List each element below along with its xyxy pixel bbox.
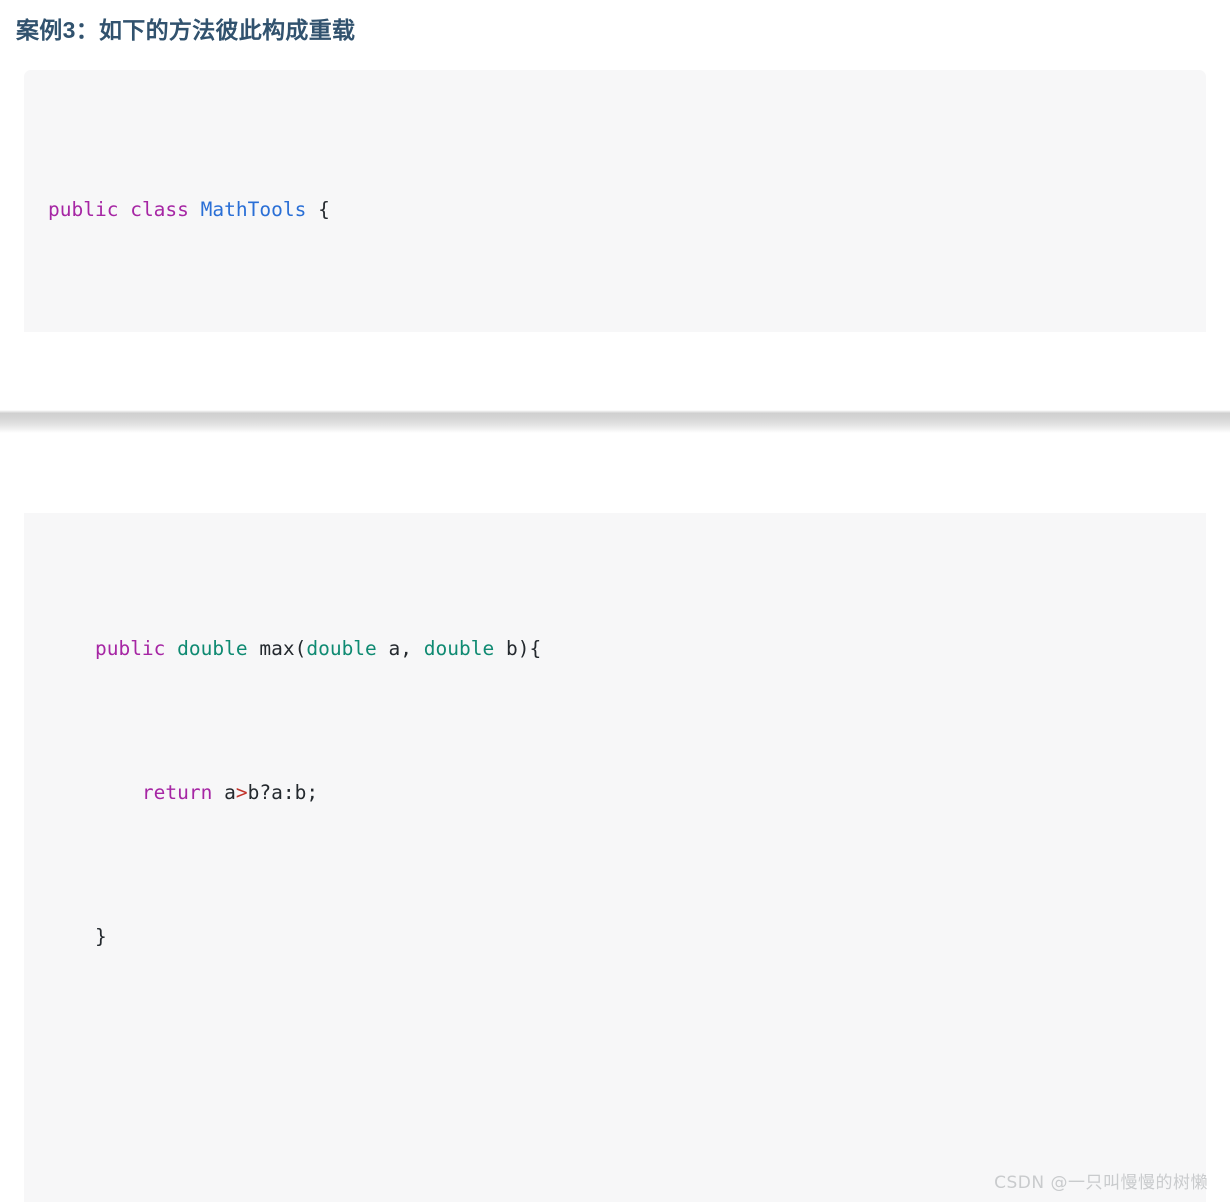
- code-block-lower[interactable]: public double max(double a, double b){ r…: [24, 513, 1206, 1202]
- code-line: public double max(double a, double b){: [94, 637, 542, 660]
- code-block-upper[interactable]: public class MathTools { //求两个整数的最大值 pub…: [24, 70, 1206, 332]
- screenshot-stitch-seam: [0, 410, 1230, 433]
- code-line: public class MathTools {: [48, 198, 330, 221]
- page-title: 案例3：如下的方法彼此构成重载: [16, 17, 356, 43]
- code-line: return a>b?a:b;: [141, 781, 319, 804]
- csdn-watermark: CSDN @一只叫慢慢的树懒: [994, 1173, 1208, 1193]
- code-line: }: [94, 925, 107, 948]
